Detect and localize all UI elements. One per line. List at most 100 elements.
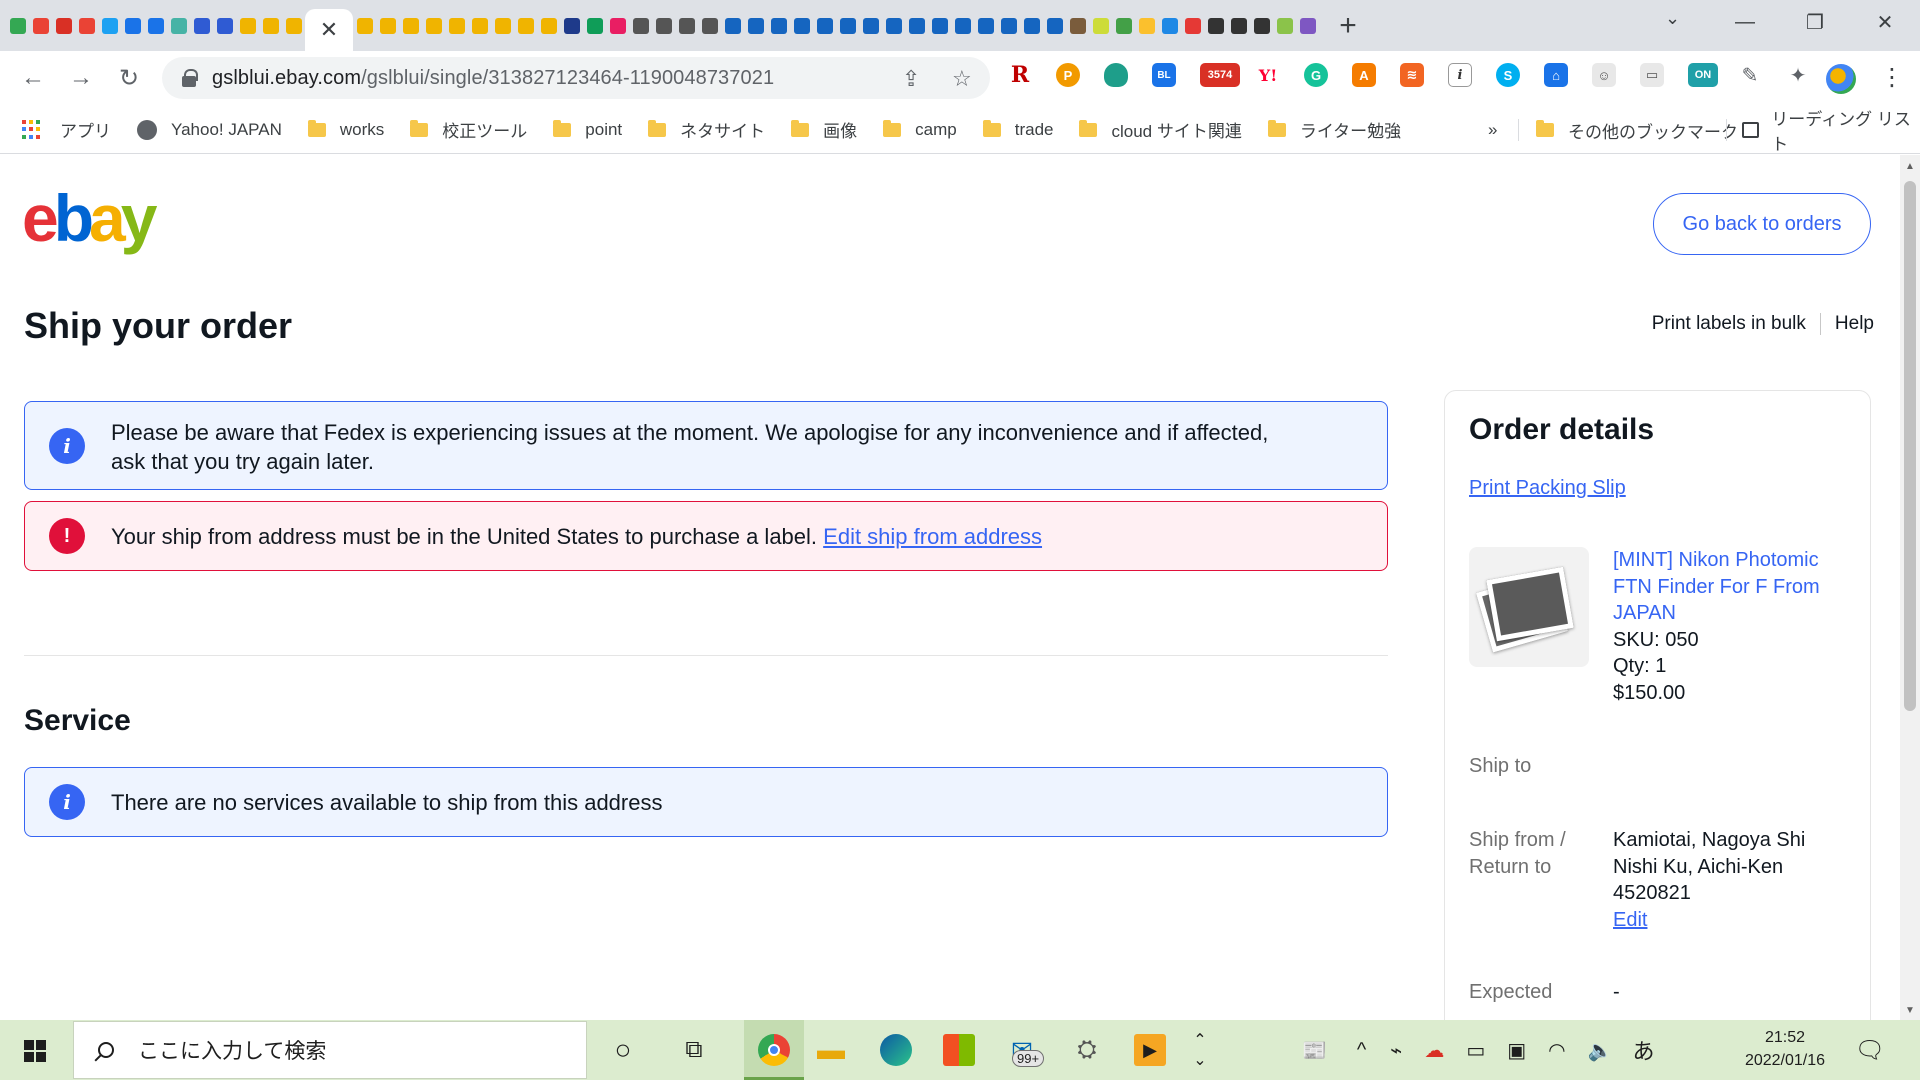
tray-expand-icon[interactable]: ^ bbox=[1357, 1039, 1366, 1062]
mail-extension-icon[interactable]: 3574 bbox=[1200, 63, 1240, 87]
tab-favicon-icon[interactable] bbox=[767, 10, 790, 42]
scroll-thumb[interactable] bbox=[1904, 181, 1916, 711]
robot-extension-icon[interactable]: ☺ bbox=[1592, 63, 1616, 87]
tab-favicon-icon[interactable] bbox=[213, 10, 236, 42]
go-back-to-orders-button[interactable]: Go back to orders bbox=[1653, 193, 1871, 255]
tab-favicon-icon[interactable] bbox=[974, 10, 997, 42]
chat-extension-icon[interactable]: ▭ bbox=[1640, 63, 1664, 87]
active-tab[interactable]: ✕ bbox=[305, 9, 353, 51]
puzzle-extensions-icon[interactable]: ✦ bbox=[1786, 63, 1810, 87]
tab-favicon-icon[interactable] bbox=[353, 10, 376, 42]
green-extension-icon[interactable] bbox=[1104, 63, 1128, 87]
back-arrow-icon[interactable]: ← bbox=[18, 64, 48, 92]
bookmark-item[interactable]: ライター勉強 bbox=[1267, 117, 1401, 142]
page-scrollbar[interactable]: ▲ ▼ bbox=[1900, 155, 1920, 1020]
bl-extension-icon[interactable]: BL bbox=[1152, 63, 1176, 87]
wifi-icon[interactable]: ◠ bbox=[1548, 1038, 1565, 1063]
tab-favicon-icon[interactable] bbox=[6, 10, 29, 42]
tab-favicon-icon[interactable] bbox=[721, 10, 744, 42]
tab-favicon-icon[interactable] bbox=[813, 10, 836, 42]
restore-icon[interactable]: ❐ bbox=[1780, 10, 1850, 35]
close-window-icon[interactable]: ✕ bbox=[1850, 10, 1920, 35]
file-explorer-icon[interactable]: ▬ bbox=[815, 1034, 847, 1066]
tab-favicon-icon[interactable] bbox=[399, 10, 422, 42]
store-extension-icon[interactable]: A bbox=[1352, 63, 1376, 87]
tab-favicon-icon[interactable] bbox=[282, 10, 305, 42]
tab-favicon-icon[interactable] bbox=[882, 10, 905, 42]
edge-icon[interactable] bbox=[880, 1034, 912, 1066]
tab-favicon-icon[interactable] bbox=[445, 10, 468, 42]
windows-start-icon[interactable] bbox=[24, 1040, 46, 1062]
rss-extension-icon[interactable]: ≋ bbox=[1400, 63, 1424, 87]
tab-favicon-icon[interactable] bbox=[1181, 10, 1204, 42]
ime-indicator[interactable]: あ bbox=[1633, 1034, 1655, 1066]
tab-favicon-icon[interactable] bbox=[997, 10, 1020, 42]
tab-favicon-icon[interactable] bbox=[190, 10, 213, 42]
bookmark-item[interactable]: ネタサイト bbox=[648, 117, 765, 142]
new-tab-button[interactable]: + bbox=[1333, 9, 1363, 43]
tab-favicon-icon[interactable] bbox=[259, 10, 282, 42]
taskbar-search-box[interactable]: ここに入力して検索 bbox=[73, 1021, 587, 1079]
store-icon[interactable] bbox=[943, 1034, 975, 1066]
tab-favicon-icon[interactable] bbox=[491, 10, 514, 42]
tab-favicon-icon[interactable] bbox=[121, 10, 144, 42]
tab-favicon-icon[interactable] bbox=[1089, 10, 1112, 42]
tab-favicon-icon[interactable] bbox=[1066, 10, 1089, 42]
news-widget-icon[interactable]: 📰 bbox=[1302, 1038, 1327, 1063]
tab-favicon-icon[interactable] bbox=[698, 10, 721, 42]
minimize-icon[interactable]: — bbox=[1710, 11, 1780, 34]
edit-ship-from-address-link[interactable]: Edit ship from address bbox=[823, 524, 1042, 549]
tab-favicon-icon[interactable] bbox=[1296, 10, 1319, 42]
tab-favicon-icon[interactable] bbox=[468, 10, 491, 42]
tab-favicon-icon[interactable] bbox=[1204, 10, 1227, 42]
bookmarks-overflow[interactable]: » bbox=[1488, 106, 1497, 154]
usb-icon[interactable]: ⌁ bbox=[1390, 1038, 1402, 1063]
bookmark-item[interactable]: 校正ツール bbox=[410, 117, 527, 142]
tab-favicon-icon[interactable] bbox=[629, 10, 652, 42]
bookmark-item[interactable]: 画像 bbox=[791, 117, 857, 142]
tab-favicon-icon[interactable] bbox=[928, 10, 951, 42]
tab-favicon-icon[interactable] bbox=[98, 10, 121, 42]
other-bookmarks[interactable]: その他のブックマーク bbox=[1536, 106, 1738, 154]
scroll-down-icon[interactable]: ▼ bbox=[1905, 1005, 1915, 1016]
item-thumbnail[interactable] bbox=[1469, 547, 1589, 667]
reload-icon[interactable]: ↻ bbox=[114, 64, 144, 93]
cortana-icon[interactable]: ○ bbox=[607, 1034, 639, 1066]
tab-favicon-icon[interactable] bbox=[859, 10, 882, 42]
volume-icon[interactable]: 🔈 bbox=[1588, 1038, 1613, 1063]
tab-favicon-icon[interactable] bbox=[1043, 10, 1066, 42]
tab-favicon-icon[interactable] bbox=[606, 10, 629, 42]
tab-favicon-icon[interactable] bbox=[583, 10, 606, 42]
help-link[interactable]: Help bbox=[1835, 313, 1874, 335]
tab-favicon-icon[interactable] bbox=[376, 10, 399, 42]
tab-favicon-icon[interactable] bbox=[836, 10, 859, 42]
profile-avatar[interactable] bbox=[1826, 64, 1856, 94]
tab-favicon-icon[interactable] bbox=[52, 10, 75, 42]
tab-favicon-icon[interactable] bbox=[167, 10, 190, 42]
bookmark-item[interactable]: Yahoo! JAPAN bbox=[137, 119, 282, 140]
chrome-icon[interactable] bbox=[758, 1034, 790, 1066]
yahoo-extension-icon[interactable]: Y! bbox=[1256, 63, 1280, 87]
scroll-up-icon[interactable]: ▲ bbox=[1905, 161, 1915, 172]
tab-favicon-icon[interactable] bbox=[560, 10, 583, 42]
tab-favicon-icon[interactable] bbox=[422, 10, 445, 42]
tab-favicon-icon[interactable] bbox=[790, 10, 813, 42]
tab-favicon-icon[interactable] bbox=[1020, 10, 1043, 42]
bookmark-item[interactable]: trade bbox=[982, 119, 1053, 140]
address-bar[interactable]: gslblui.ebay.com/gslblui/single/31382712… bbox=[162, 57, 990, 99]
share-icon[interactable]: ⇪ bbox=[902, 66, 920, 92]
menu-kebab-icon[interactable]: ⋮ bbox=[1880, 63, 1904, 92]
tab-favicon-icon[interactable] bbox=[675, 10, 698, 42]
bookmark-item[interactable]: point bbox=[553, 119, 622, 140]
edit-address-link[interactable]: Edit bbox=[1613, 907, 1805, 934]
tab-favicon-icon[interactable] bbox=[1158, 10, 1181, 42]
print-labels-in-bulk-link[interactable]: Print labels in bulk bbox=[1652, 313, 1806, 335]
bookmark-item[interactable]: works bbox=[307, 119, 384, 140]
bookmark-star-icon[interactable]: ☆ bbox=[952, 66, 972, 92]
skype-extension-icon[interactable]: S bbox=[1496, 63, 1520, 87]
tab-favicon-icon[interactable] bbox=[514, 10, 537, 42]
bookmark-item[interactable]: アプリ bbox=[0, 117, 111, 142]
tab-favicon-icon[interactable] bbox=[1135, 10, 1158, 42]
notification-center-icon[interactable]: 🗨 bbox=[1854, 1034, 1886, 1066]
grammarly-extension-icon[interactable]: G bbox=[1304, 63, 1328, 87]
